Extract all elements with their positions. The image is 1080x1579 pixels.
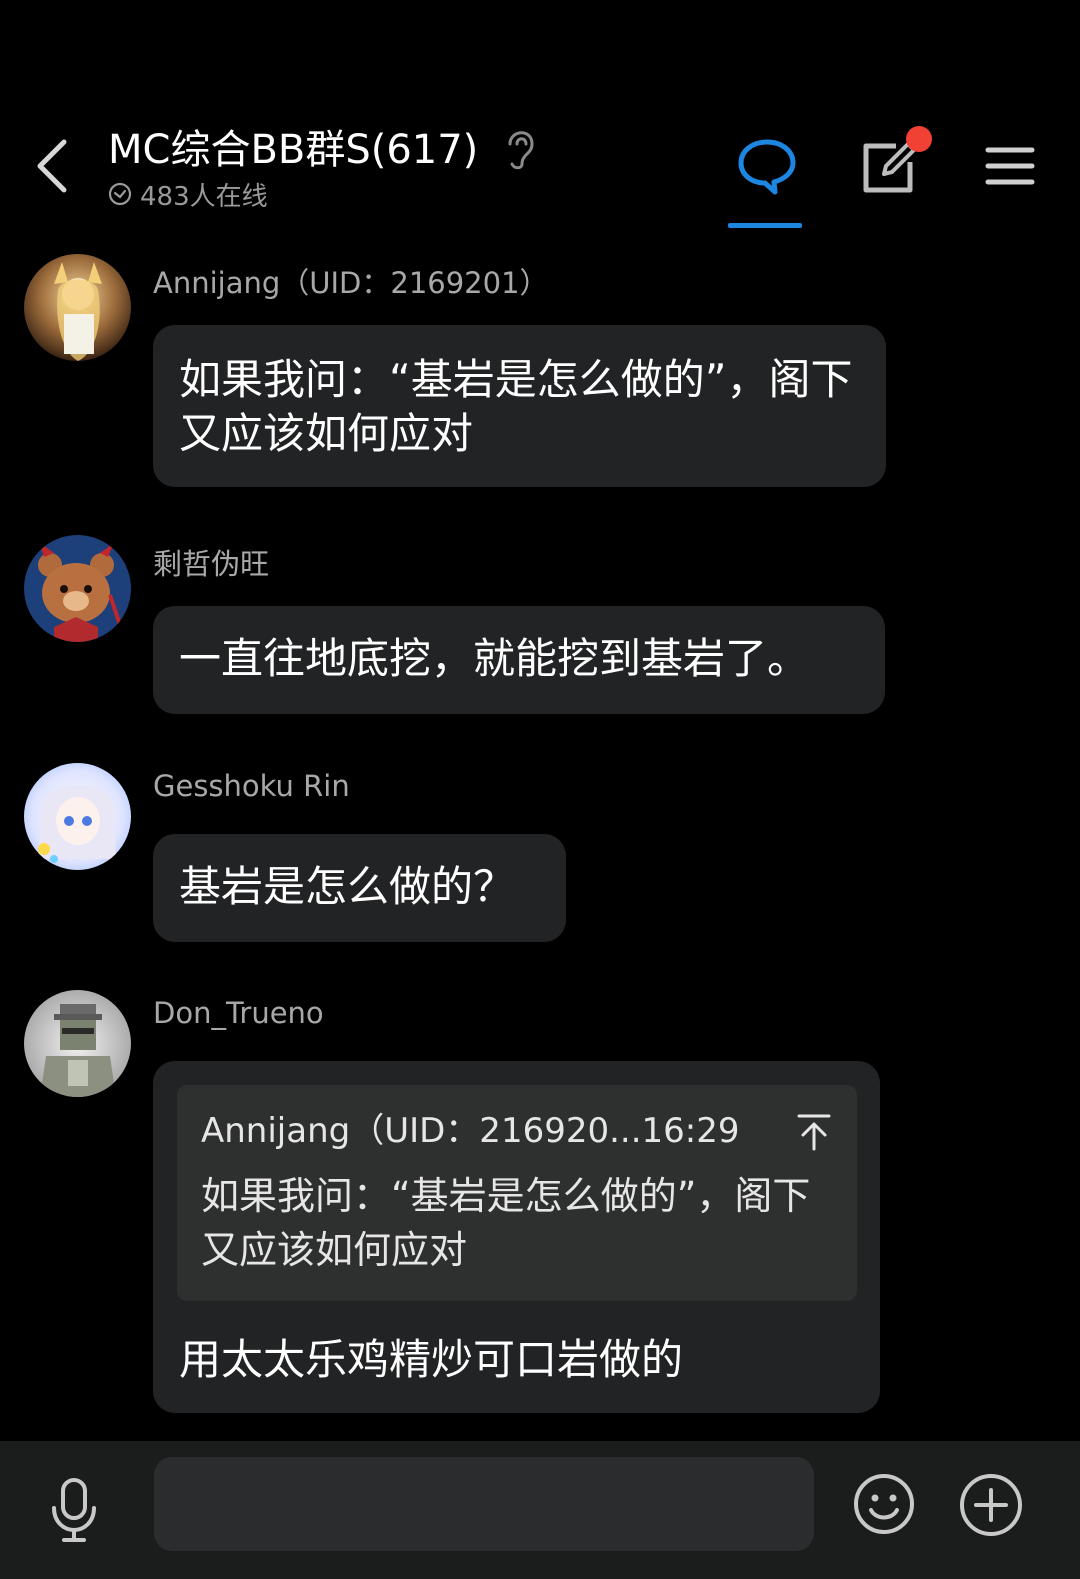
message-bubble[interactable]: 一直往地底挖，就能挖到基岩了。 — [153, 606, 885, 714]
sender-name: Gesshoku Rin — [153, 769, 350, 803]
avatar[interactable] — [24, 990, 131, 1097]
message-input[interactable] — [154, 1457, 814, 1551]
back-arrow-icon[interactable] — [30, 136, 80, 196]
online-status: 483人在线 — [108, 178, 268, 212]
message-text: 一直往地底挖，就能挖到基岩了。 — [179, 634, 810, 683]
chat-header: MC综合BB群S(617) 483人在线 — [0, 0, 1080, 240]
ear-icon[interactable] — [500, 124, 540, 170]
composer-bar — [0, 1441, 1080, 1579]
quote-header: Annijang（UID：216920...16:29 — [201, 1111, 740, 1151]
quote-text: 如果我问：“基岩是怎么做的”，阁下又应该如何应对 — [201, 1174, 811, 1272]
emoji-icon[interactable] — [852, 1472, 916, 1536]
menu-icon[interactable] — [982, 136, 1046, 200]
active-tab-indicator — [728, 223, 802, 228]
sender-name: Annijang（UID：2169201） — [153, 266, 549, 300]
plus-circle-icon[interactable] — [958, 1472, 1024, 1538]
avatar[interactable] — [24, 254, 131, 361]
chat-bubble-icon[interactable] — [735, 136, 799, 200]
notification-badge — [906, 126, 932, 152]
message-bubble[interactable]: 如果我问：“基岩是怎么做的”，阁下又应该如何应对 — [153, 325, 886, 487]
message-bubble[interactable]: 基岩是怎么做的？ — [153, 834, 566, 942]
group-title[interactable]: MC综合BB群S(617) — [108, 124, 478, 176]
online-count: 483人在线 — [140, 181, 268, 212]
microphone-icon[interactable] — [46, 1474, 102, 1546]
message-text: 如果我问：“基岩是怎么做的”，阁下又应该如何应对 — [179, 355, 853, 458]
sender-name: Don_Trueno — [153, 996, 324, 1030]
sender-name: 剩哲伪旺 — [153, 547, 270, 581]
message-bubble[interactable]: Annijang（UID：216920...16:29 如果我问：“基岩是怎么做… — [153, 1061, 880, 1413]
message-text: 用太太乐鸡精炒可口岩做的 — [179, 1335, 684, 1384]
avatar[interactable] — [24, 535, 131, 642]
quoted-message[interactable]: Annijang（UID：216920...16:29 如果我问：“基岩是怎么做… — [177, 1085, 857, 1301]
check-circle-icon — [108, 182, 132, 206]
jump-to-top-icon[interactable] — [797, 1113, 831, 1151]
avatar[interactable] — [24, 763, 131, 870]
message-text: 基岩是怎么做的？ — [179, 862, 516, 911]
